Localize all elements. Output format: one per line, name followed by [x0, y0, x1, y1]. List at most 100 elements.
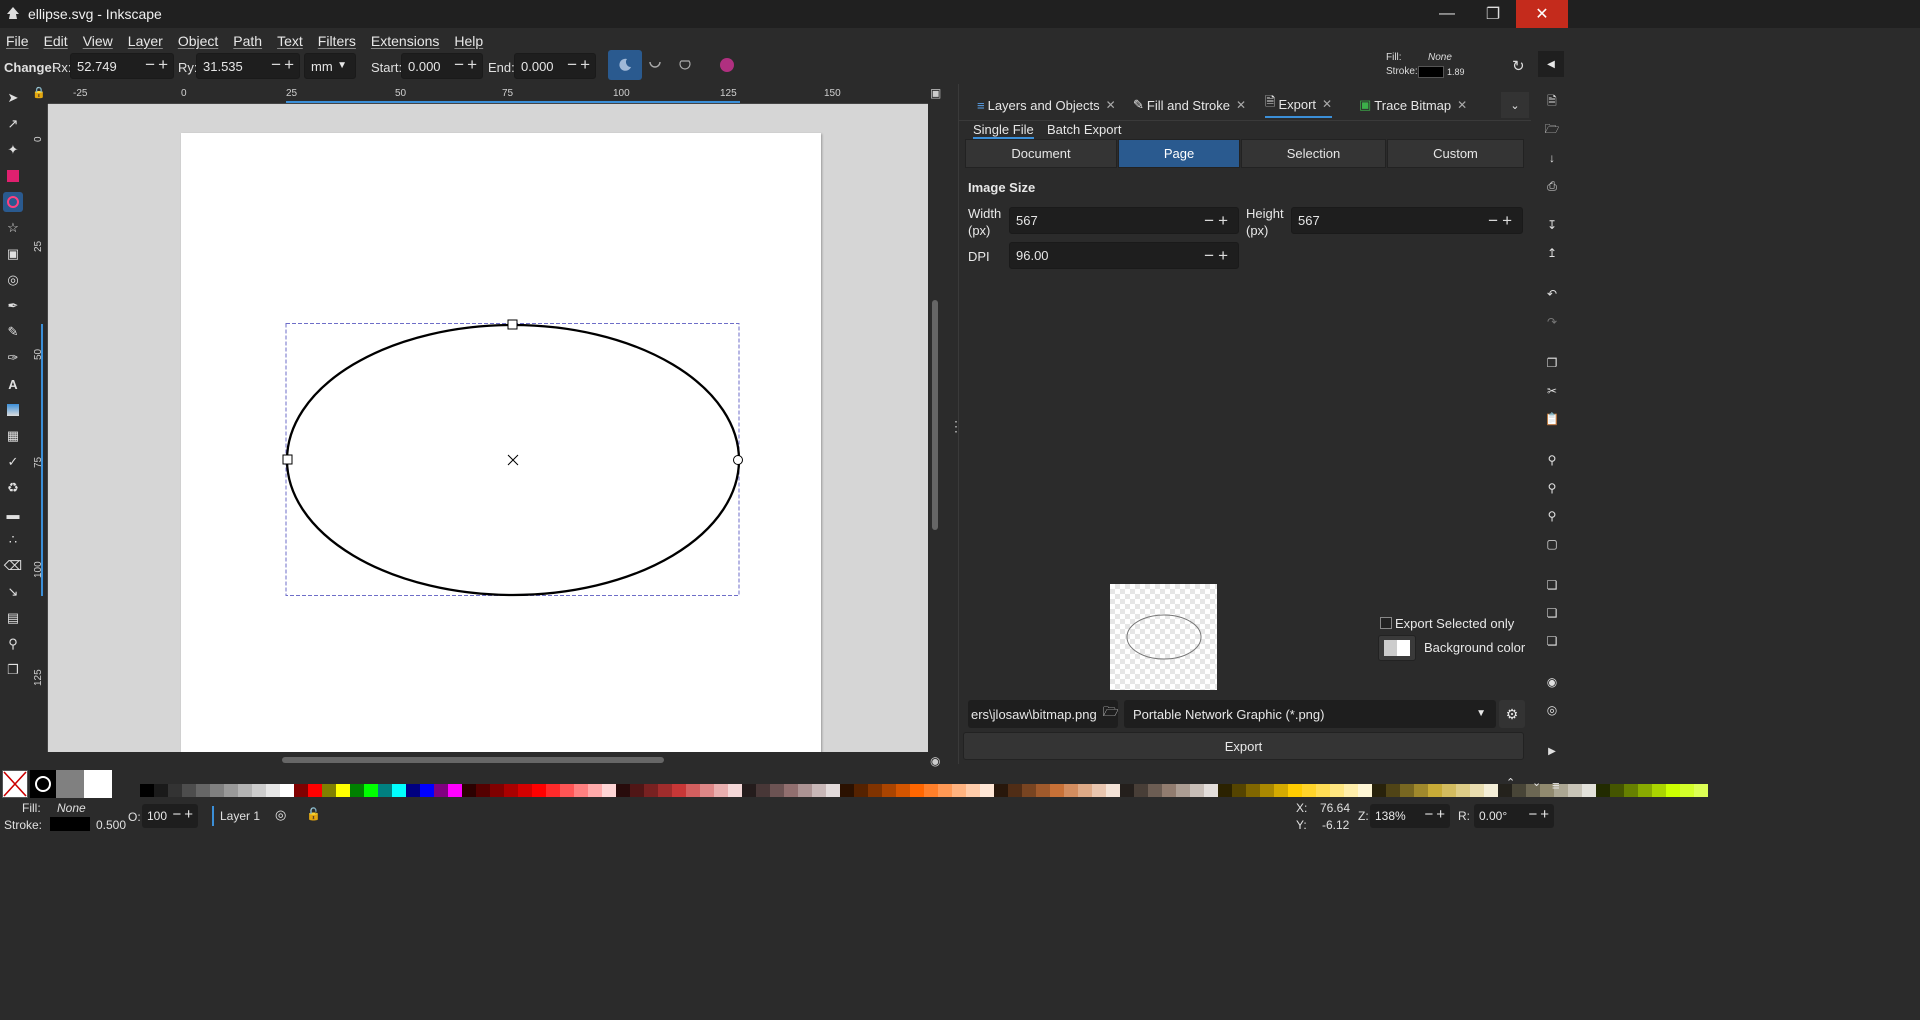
- export-selected-only-checkbox[interactable]: [1380, 617, 1392, 629]
- canvas[interactable]: [48, 104, 928, 752]
- file-type-select[interactable]: Portable Network Graphic (*.png) ▼: [1124, 700, 1496, 728]
- close-icon[interactable]: ✕: [1236, 98, 1246, 112]
- color-swatch[interactable]: [616, 784, 630, 797]
- clone-icon[interactable]: ❏: [1543, 604, 1561, 622]
- color-swatch[interactable]: [238, 784, 252, 797]
- area-document-button[interactable]: Document: [965, 139, 1117, 168]
- color-swatch[interactable]: [714, 784, 728, 797]
- menu-extensions[interactable]: Extensions: [371, 33, 439, 49]
- color-swatch[interactable]: [924, 784, 938, 797]
- color-swatch[interactable]: [308, 784, 322, 797]
- subtab-single-file[interactable]: Single File: [973, 122, 1034, 139]
- end-input[interactable]: 0.000 −+: [514, 53, 596, 79]
- layer-visibility-icon[interactable]: ◎: [275, 807, 286, 823]
- background-color-button[interactable]: [1378, 635, 1416, 661]
- menu-path[interactable]: Path: [233, 33, 262, 49]
- start-input[interactable]: 0.000 −+: [401, 53, 483, 79]
- color-swatch[interactable]: [1442, 784, 1456, 797]
- make-whole-button[interactable]: [710, 50, 744, 80]
- pencil-tool-icon[interactable]: ✎: [3, 322, 23, 342]
- height-stepper[interactable]: −+: [1488, 211, 1516, 231]
- color-swatch[interactable]: [1330, 784, 1344, 797]
- gray-swatch[interactable]: [56, 770, 84, 798]
- color-swatch[interactable]: [1624, 784, 1638, 797]
- tab-fill-and-stroke[interactable]: ✎ Fill and Stroke ✕: [1133, 92, 1246, 118]
- color-swatch[interactable]: [700, 784, 714, 797]
- color-swatch[interactable]: [1484, 784, 1498, 797]
- color-swatch[interactable]: [784, 784, 798, 797]
- menu-layer[interactable]: Layer: [128, 33, 163, 49]
- ellipse-tool-icon[interactable]: [3, 192, 23, 212]
- color-swatch[interactable]: [1008, 784, 1022, 797]
- text-tool-icon[interactable]: A: [3, 374, 23, 394]
- color-swatch[interactable]: [994, 784, 1008, 797]
- color-swatch[interactable]: [196, 784, 210, 797]
- white-swatch[interactable]: [84, 770, 112, 798]
- color-swatch[interactable]: [1190, 784, 1204, 797]
- color-swatch[interactable]: [448, 784, 462, 797]
- color-swatch[interactable]: [1050, 784, 1064, 797]
- color-swatch[interactable]: [1358, 784, 1372, 797]
- color-swatch[interactable]: [1064, 784, 1078, 797]
- tab-trace-bitmap[interactable]: ▣ Trace Bitmap ✕: [1359, 92, 1467, 118]
- color-swatch[interactable]: [378, 784, 392, 797]
- color-swatch[interactable]: [168, 784, 182, 797]
- color-swatch[interactable]: [294, 784, 308, 797]
- color-swatch[interactable]: [1232, 784, 1246, 797]
- color-swatch[interactable]: [1218, 784, 1232, 797]
- color-swatch[interactable]: [798, 784, 812, 797]
- color-swatch[interactable]: [910, 784, 924, 797]
- palette-scroll-down-icon[interactable]: ⌄: [1532, 776, 1541, 789]
- dpi-input[interactable]: 96.00 −+: [1009, 242, 1239, 269]
- black-swatch[interactable]: [30, 770, 56, 798]
- menu-help[interactable]: Help: [454, 33, 483, 49]
- color-swatch[interactable]: [518, 784, 532, 797]
- ellipse-drawing[interactable]: [48, 104, 928, 752]
- rotation-stepper[interactable]: −+: [1528, 806, 1552, 823]
- start-stepper[interactable]: −+: [454, 55, 480, 75]
- rx-stepper[interactable]: −+: [145, 55, 171, 75]
- dock-menu-button[interactable]: ⌄: [1501, 92, 1529, 118]
- zoom-stepper[interactable]: −+: [1424, 806, 1448, 823]
- color-swatch[interactable]: [476, 784, 490, 797]
- color-swatch[interactable]: [1680, 784, 1694, 797]
- opacity-input[interactable]: 100 −+: [142, 804, 198, 828]
- color-swatch[interactable]: [1372, 784, 1386, 797]
- file-path-field[interactable]: ers\jlosaw\bitmap.png 🗁: [968, 700, 1118, 728]
- palette-menu-icon[interactable]: ≡: [1552, 778, 1560, 793]
- color-swatch[interactable]: [840, 784, 854, 797]
- width-input[interactable]: 567 −+: [1009, 207, 1239, 234]
- current-layer-name[interactable]: Layer 1: [220, 809, 260, 823]
- color-swatch[interactable]: [602, 784, 616, 797]
- color-swatch[interactable]: [812, 784, 826, 797]
- toggle-commands-icon[interactable]: ◀: [1538, 51, 1564, 77]
- color-swatch[interactable]: [140, 784, 154, 797]
- color-swatch[interactable]: [420, 784, 434, 797]
- color-swatch[interactable]: [1092, 784, 1106, 797]
- color-swatch[interactable]: [1204, 784, 1218, 797]
- color-swatch[interactable]: [1666, 784, 1680, 797]
- color-swatch[interactable]: [1582, 784, 1596, 797]
- color-swatch[interactable]: [672, 784, 686, 797]
- color-swatch[interactable]: [1246, 784, 1260, 797]
- rx-input[interactable]: 52.749 −+: [70, 53, 174, 79]
- color-swatch[interactable]: [224, 784, 238, 797]
- export-document-icon[interactable]: ↥: [1543, 244, 1561, 262]
- color-swatch[interactable]: [1022, 784, 1036, 797]
- color-swatch[interactable]: [266, 784, 280, 797]
- close-button[interactable]: ✕: [1516, 0, 1568, 28]
- folder-icon[interactable]: 🗁: [1103, 703, 1118, 725]
- color-swatch[interactable]: [644, 784, 658, 797]
- color-swatch[interactable]: [686, 784, 700, 797]
- area-selection-button[interactable]: Selection: [1241, 139, 1386, 168]
- open-icon[interactable]: 🗁: [1543, 121, 1561, 139]
- no-paint-swatch[interactable]: [2, 770, 28, 798]
- color-swatch[interactable]: [1470, 784, 1484, 797]
- lock-guides-icon[interactable]: 🔒: [32, 86, 46, 99]
- rotation-input[interactable]: 0.00° −+: [1474, 804, 1554, 828]
- color-swatch[interactable]: [1120, 784, 1134, 797]
- color-swatch[interactable]: [532, 784, 546, 797]
- color-swatch[interactable]: [588, 784, 602, 797]
- color-swatch[interactable]: [1344, 784, 1358, 797]
- import-icon[interactable]: ↧: [1543, 216, 1561, 234]
